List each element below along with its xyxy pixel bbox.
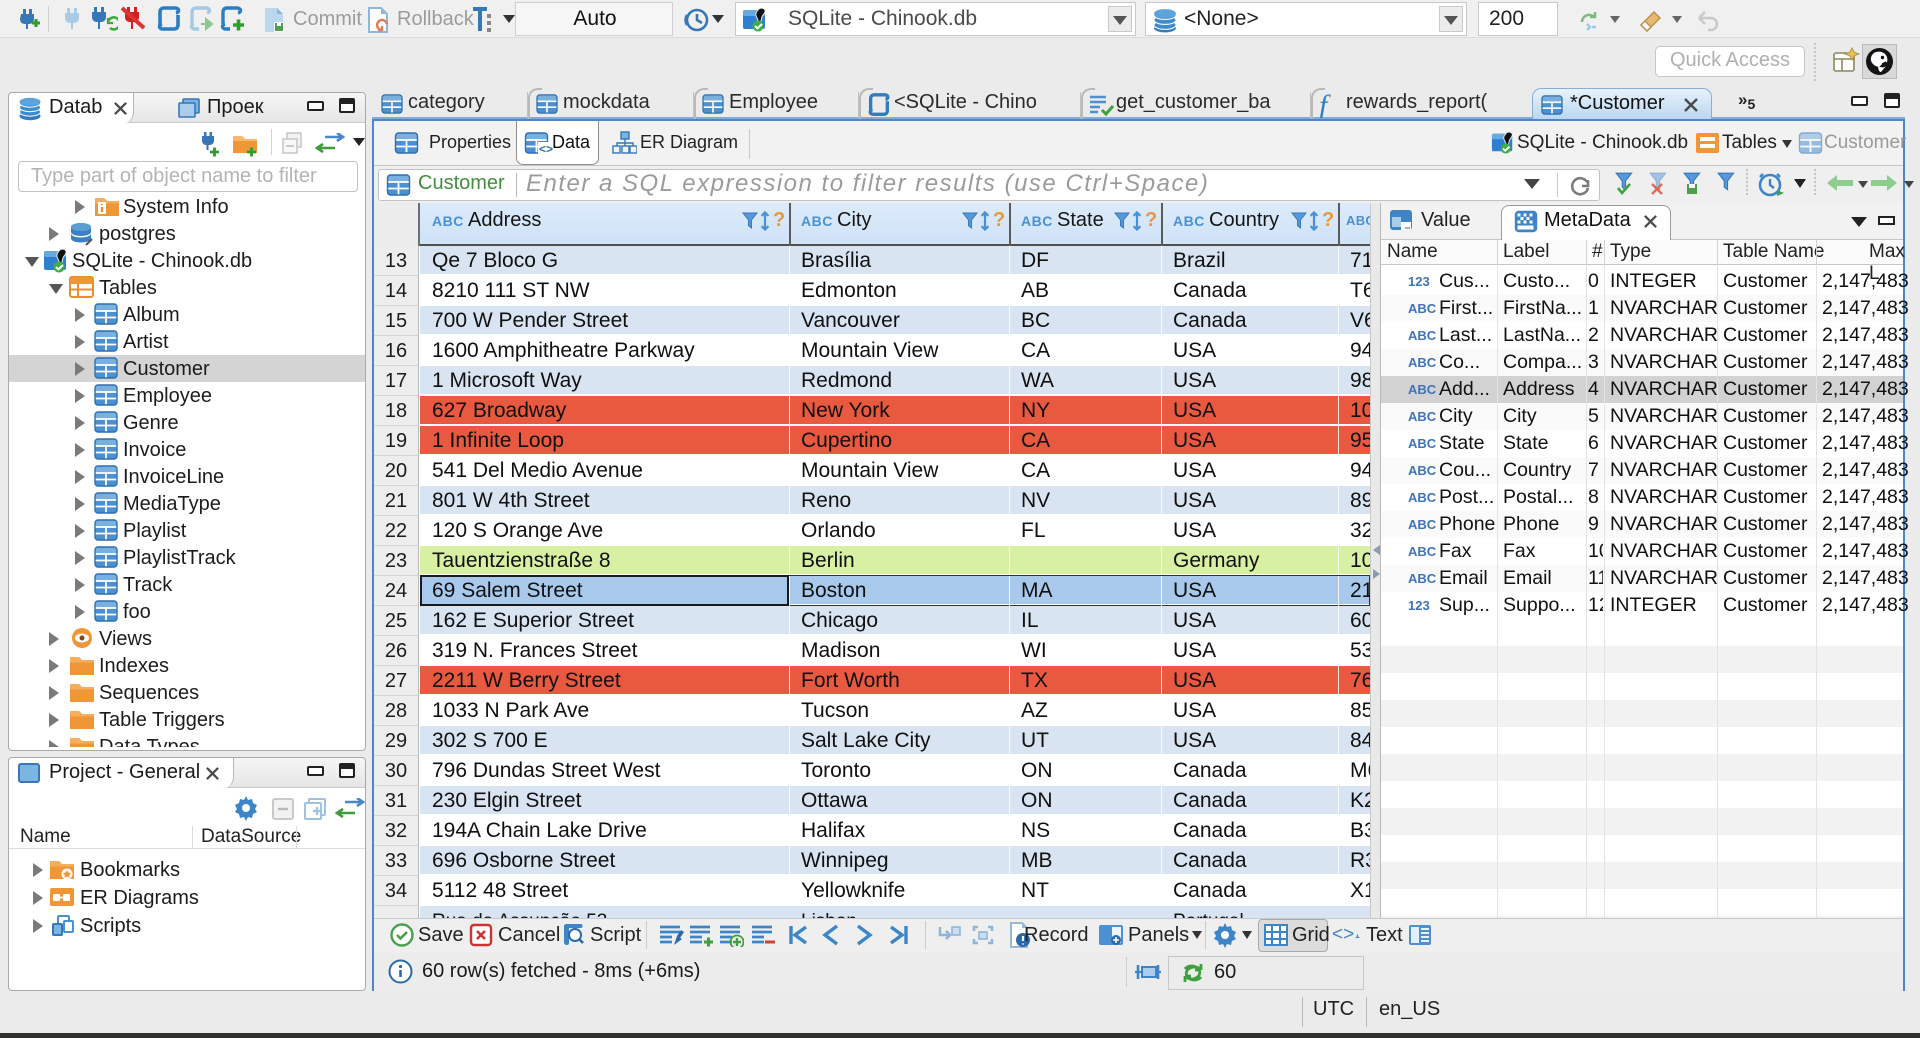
svg-text:f: f [1319,92,1331,118]
